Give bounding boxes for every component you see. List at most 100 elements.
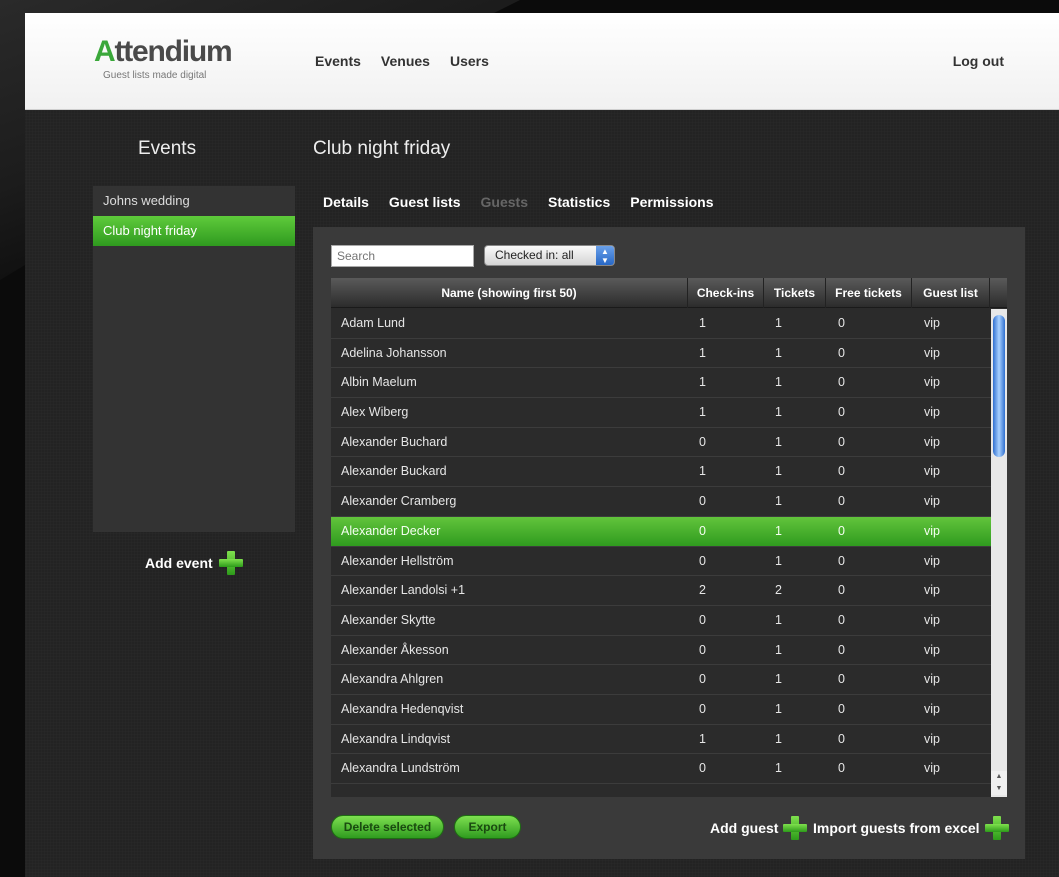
cell-guest-list: vip — [924, 375, 940, 390]
cell-name: Alexander Skytte — [341, 612, 436, 627]
cell-name: Adelina Johansson — [341, 345, 447, 360]
cell-guest-list: vip — [924, 612, 940, 627]
tab-bar: Details Guest lists Guests Statistics Pe… — [323, 194, 714, 210]
cell-guest-list: vip — [924, 553, 940, 568]
add-event-button[interactable]: Add event — [145, 551, 243, 575]
cell-free-tickets: 0 — [838, 464, 845, 479]
cell-free-tickets: 0 — [838, 583, 845, 598]
cell-guest-list: vip — [924, 761, 940, 776]
cell-free-tickets: 0 — [838, 375, 845, 390]
table-row[interactable]: Adelina Johansson 1 1 0 vip — [331, 339, 991, 369]
logo-tagline: Guest lists made digital — [103, 70, 207, 81]
scroll-down-icon[interactable]: ▼ — [991, 783, 1007, 795]
cell-free-tickets: 0 — [838, 761, 845, 776]
cell-guest-list: vip — [924, 345, 940, 360]
cell-check-ins: 0 — [699, 494, 706, 509]
cell-check-ins: 0 — [699, 612, 706, 627]
cell-tickets: 1 — [775, 642, 782, 657]
table-row[interactable]: Alexandra Ahlgren 0 1 0 vip — [331, 665, 991, 695]
cell-tickets: 1 — [775, 523, 782, 538]
cell-tickets: 1 — [775, 375, 782, 390]
table-row[interactable]: Alexandra Lundström 0 1 0 vip — [331, 754, 991, 784]
scroll-up-icon[interactable]: ▲ — [991, 771, 1007, 783]
cell-tickets: 1 — [775, 464, 782, 479]
cell-name: Alexander Åkesson — [341, 642, 449, 657]
header: Attendium Guest lists made digital Event… — [25, 13, 1059, 110]
table-row[interactable]: Alexander Buckard 1 1 0 vip — [331, 457, 991, 488]
tab-guest-lists[interactable]: Guest lists — [389, 194, 461, 210]
tab-permissions[interactable]: Permissions — [630, 194, 713, 210]
column-header-tickets[interactable]: Tickets — [764, 278, 826, 308]
event-list: Johns wedding Club night friday — [93, 186, 295, 532]
cell-guest-list: vip — [924, 523, 940, 538]
search-input[interactable] — [331, 245, 474, 267]
nav-venues[interactable]: Venues — [381, 53, 430, 69]
sidebar-title: Events — [138, 138, 197, 159]
export-button[interactable]: Export — [454, 815, 521, 839]
table-row[interactable]: Alexandra Hedenqvist 0 1 0 vip — [331, 695, 991, 725]
cell-tickets: 1 — [775, 672, 782, 687]
main-nav: Events Venues Users — [315, 53, 489, 69]
cell-check-ins: 0 — [699, 761, 706, 776]
cell-check-ins: 0 — [699, 434, 706, 449]
cell-guest-list: vip — [924, 701, 940, 716]
cell-tickets: 1 — [775, 434, 782, 449]
cell-tickets: 1 — [775, 345, 782, 360]
cell-free-tickets: 0 — [838, 612, 845, 627]
event-item-johns-wedding[interactable]: Johns wedding — [93, 186, 295, 216]
nav-events[interactable]: Events — [315, 53, 361, 69]
table-row[interactable]: Adam Lund 1 1 0 vip — [331, 309, 991, 339]
table-row[interactable]: Alexander Cramberg 0 1 0 vip — [331, 487, 991, 517]
cell-free-tickets: 0 — [838, 642, 845, 657]
cell-guest-list: vip — [924, 405, 940, 420]
cell-name: Alexander Hellström — [341, 553, 454, 568]
logo[interactable]: Attendium Guest lists made digital — [94, 35, 233, 82]
cell-name: Adam Lund — [341, 316, 405, 330]
cell-name: Alexander Buckard — [341, 464, 447, 479]
scrollbar-thumb[interactable] — [993, 315, 1005, 457]
cell-name: Albin Maelum — [341, 375, 417, 390]
cell-check-ins: 1 — [699, 731, 706, 746]
checked-in-filter-select[interactable]: Checked in: all ▲ ▼ — [484, 245, 615, 266]
tab-guests[interactable]: Guests — [481, 194, 528, 210]
column-header-check-ins[interactable]: Check-ins — [688, 278, 764, 308]
table-row[interactable]: Alexandra Lindqvist 1 1 0 vip — [331, 725, 991, 755]
cell-tickets: 1 — [775, 731, 782, 746]
cell-guest-list: vip — [924, 464, 940, 479]
cell-check-ins: 1 — [699, 345, 706, 360]
add-guest-button[interactable]: Add guest — [710, 816, 808, 840]
cell-free-tickets: 0 — [838, 316, 845, 330]
add-event-label: Add event — [145, 555, 213, 571]
logout-link[interactable]: Log out — [953, 53, 1004, 69]
table-scrollbar[interactable]: ▲ ▼ — [991, 309, 1007, 797]
delete-selected-button[interactable]: Delete selected — [331, 815, 444, 839]
cell-guest-list: vip — [924, 642, 940, 657]
cell-guest-list: vip — [924, 583, 940, 598]
table-row[interactable]: Alexander Landolsi +1 2 2 0 vip — [331, 576, 991, 606]
nav-users[interactable]: Users — [450, 53, 489, 69]
table-row[interactable]: Alex Wiberg 1 1 0 vip — [331, 398, 991, 428]
import-guests-button[interactable]: Import guests from excel — [813, 816, 1009, 840]
app-window: Attendium Guest lists made digital Event… — [25, 13, 1059, 877]
tab-statistics[interactable]: Statistics — [548, 194, 610, 210]
cell-tickets: 1 — [775, 701, 782, 716]
column-header-guest-list[interactable]: Guest list — [912, 278, 990, 308]
column-header-free-tickets[interactable]: Free tickets — [826, 278, 912, 308]
cell-name: Alexander Buchard — [341, 434, 448, 449]
table-row[interactable]: Alexander Åkesson 0 1 0 vip — [331, 636, 991, 666]
tab-details[interactable]: Details — [323, 194, 369, 210]
table-row[interactable]: Alexander Hellström 0 1 0 vip — [331, 547, 991, 577]
cell-check-ins: 1 — [699, 316, 706, 330]
cell-check-ins: 0 — [699, 523, 706, 538]
cell-tickets: 2 — [775, 583, 782, 598]
table-row[interactable]: Albin Maelum 1 1 0 vip — [331, 368, 991, 399]
table-row[interactable]: Alexander Skytte 0 1 0 vip — [331, 606, 991, 636]
cell-check-ins: 1 — [699, 375, 706, 390]
table-row[interactable]: Alexander Decker 0 1 0 vip — [331, 516, 991, 547]
event-item-club-night-friday[interactable]: Club night friday — [93, 216, 295, 246]
cell-check-ins: 1 — [699, 405, 706, 420]
table-row[interactable]: Alexander Buchard 0 1 0 vip — [331, 428, 991, 458]
logo-text: Attendium — [94, 35, 233, 68]
column-header-name[interactable]: Name (showing first 50) — [331, 278, 688, 308]
cell-guest-list: vip — [924, 731, 940, 746]
